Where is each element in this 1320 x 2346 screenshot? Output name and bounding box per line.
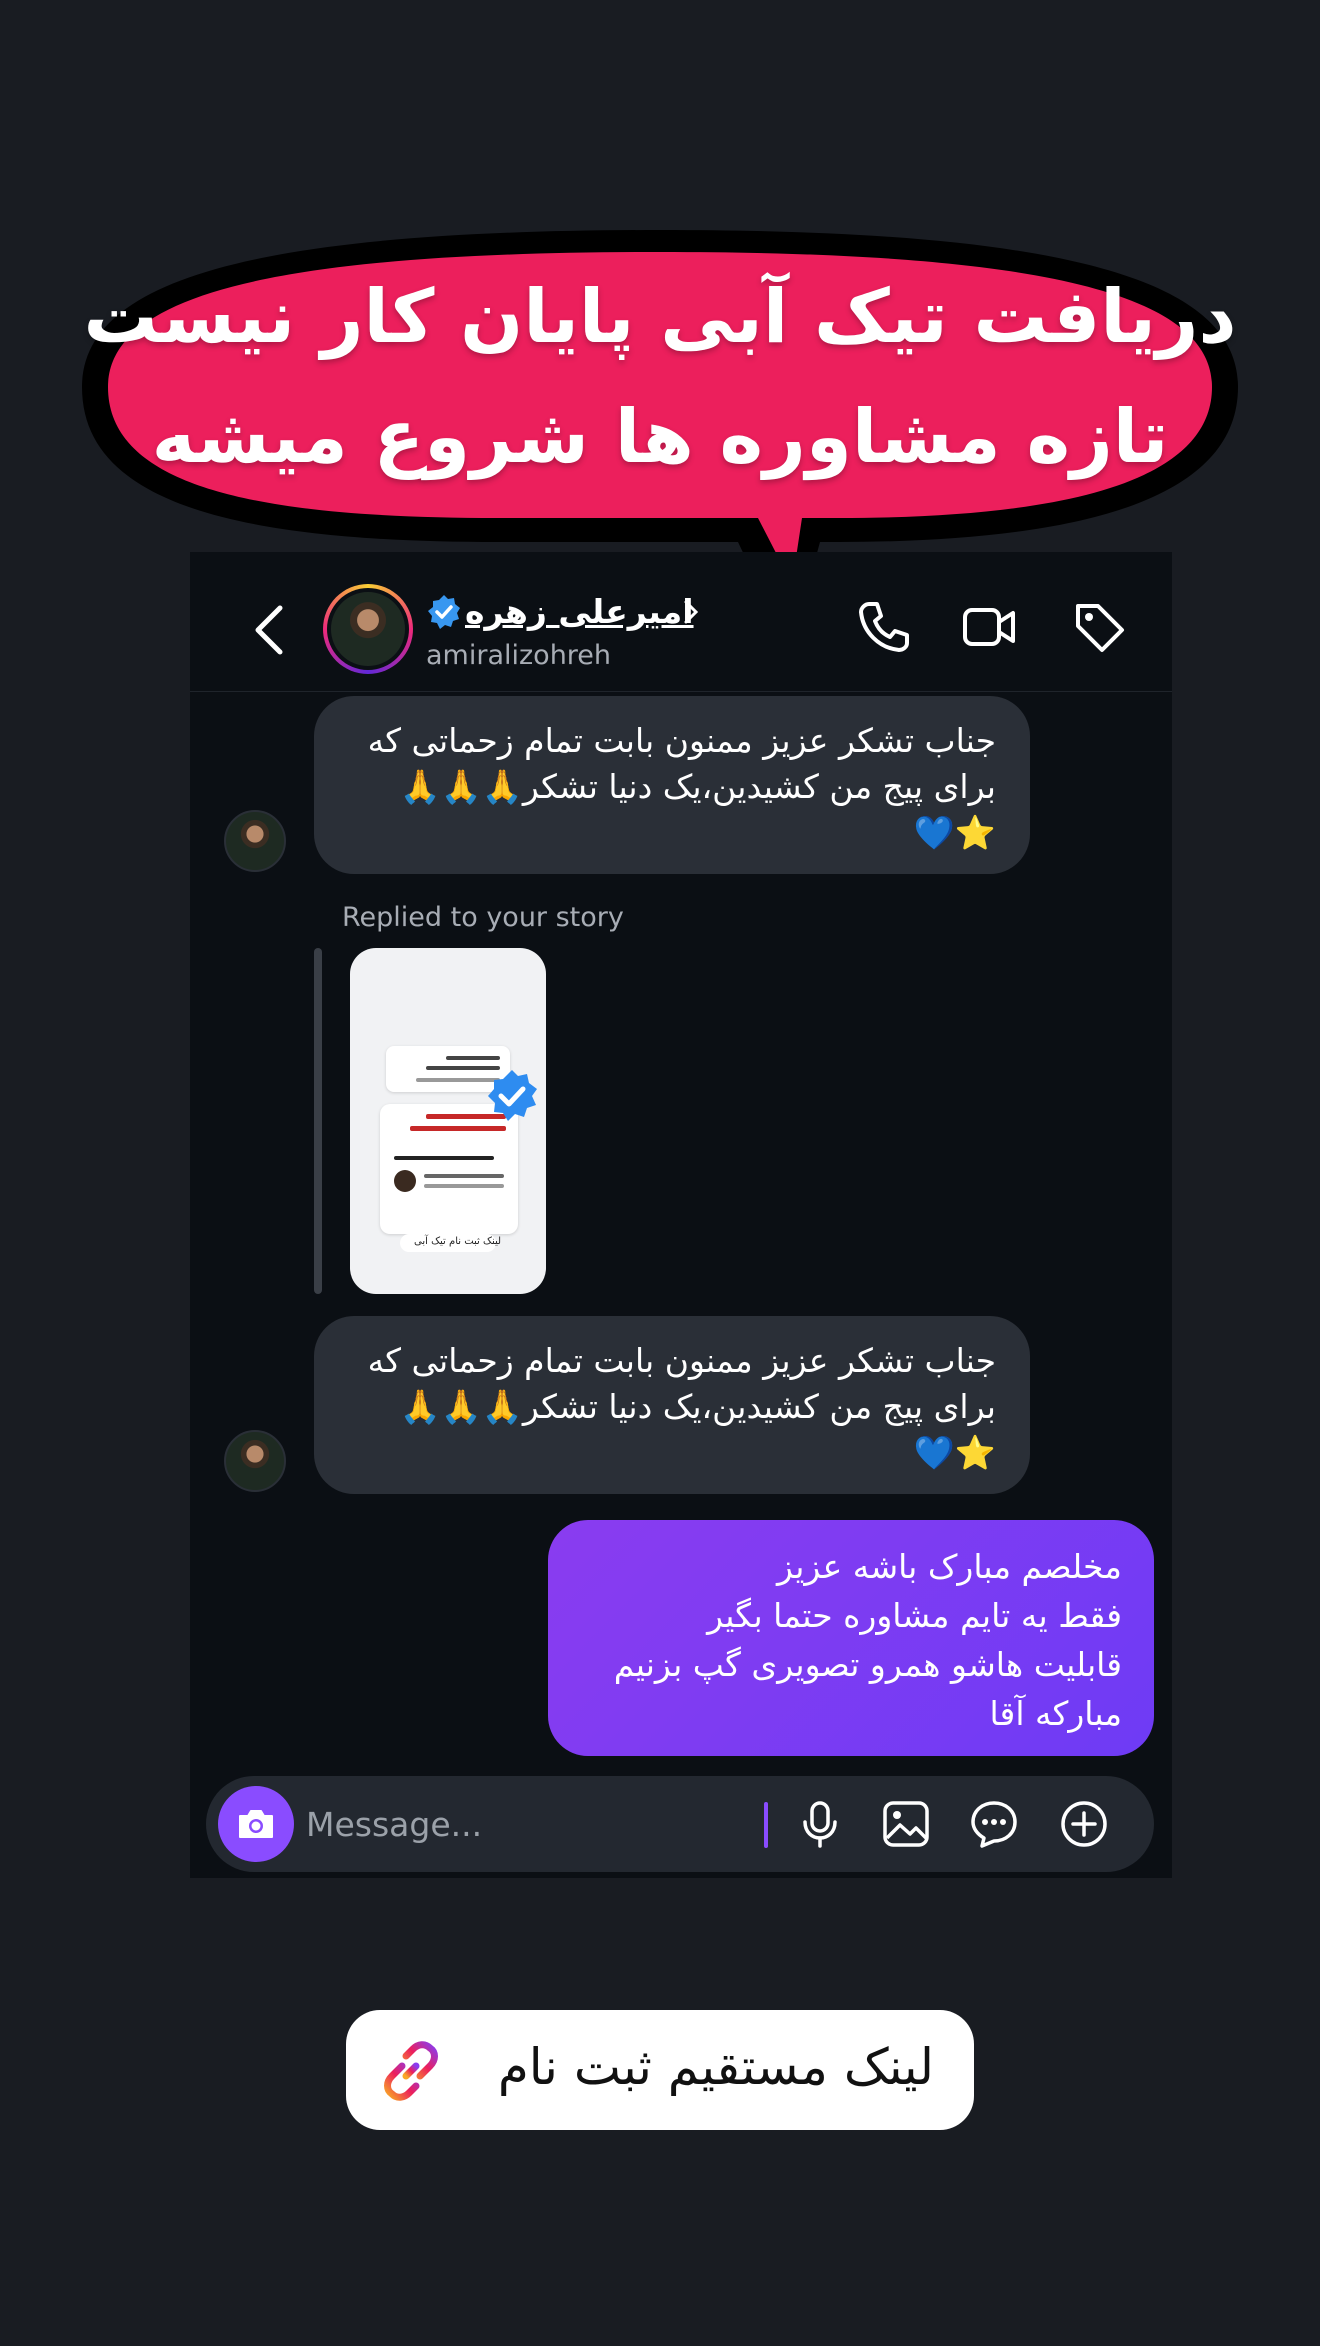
- chevron-left-icon[interactable]: [250, 602, 290, 658]
- contact-name[interactable]: امیرعلی زهره: [465, 592, 694, 631]
- plus-icon[interactable]: [1058, 1798, 1110, 1850]
- story-thumbnail[interactable]: لینک ثبت نام تیک آبی: [350, 948, 546, 1294]
- avatar-photo: [331, 592, 405, 666]
- chevron-right-icon: [684, 600, 699, 624]
- sender-avatar[interactable]: [224, 810, 286, 872]
- contact-handle: amiralizohreh: [426, 640, 612, 671]
- sender-avatar[interactable]: [224, 1430, 286, 1492]
- incoming-message[interactable]: جناب تشکر عزیز ممنون بابت تمام زحماتی که…: [314, 696, 1030, 874]
- thread-header: امیرعلی زهره amiralizohreh: [190, 552, 1172, 692]
- story-link-text: لینک ثبت نام تیک آبی: [414, 1236, 502, 1247]
- message-composer: [206, 1776, 1154, 1872]
- reply-bar: [314, 948, 322, 1294]
- signup-link-button[interactable]: لینک مستقیم ثبت نام: [346, 2010, 974, 2130]
- headline-line-2: تازه مشاوره ها شروع میشه: [151, 394, 1169, 480]
- message-input[interactable]: [306, 1800, 726, 1848]
- phone-icon[interactable]: [855, 598, 913, 656]
- tag-icon[interactable]: [1070, 598, 1128, 656]
- verified-icon: [488, 1070, 537, 1121]
- contact-avatar[interactable]: [323, 584, 413, 674]
- verified-icon: [428, 595, 460, 629]
- mic-icon[interactable]: [794, 1798, 846, 1850]
- incoming-message[interactable]: جناب تشکر عزیز ممنون بابت تمام زحماتی که…: [314, 1316, 1030, 1494]
- camera-button[interactable]: [218, 1786, 294, 1862]
- dm-thread: امیرعلی زهره amiralizohreh جناب تشکر عزی…: [190, 552, 1172, 1878]
- text-cursor: [764, 1802, 768, 1848]
- video-icon[interactable]: [960, 598, 1018, 656]
- headline-line-1: دریافت تیک آبی پایان کار نیست: [83, 274, 1237, 360]
- camera-icon: [239, 1810, 273, 1838]
- gallery-icon[interactable]: [880, 1798, 932, 1850]
- outgoing-message[interactable]: مخلصم مبارک باشه عزیز فقط یه تایم مشاوره…: [548, 1520, 1154, 1756]
- signup-link-label: لینک مستقیم ثبت نام: [497, 2038, 934, 2096]
- sticker-icon[interactable]: [968, 1798, 1020, 1850]
- story-reply-label: Replied to your story: [342, 902, 624, 933]
- story-link-chip: لینک ثبت نام تیک آبی: [400, 1234, 501, 1252]
- link-icon: [384, 2041, 438, 2101]
